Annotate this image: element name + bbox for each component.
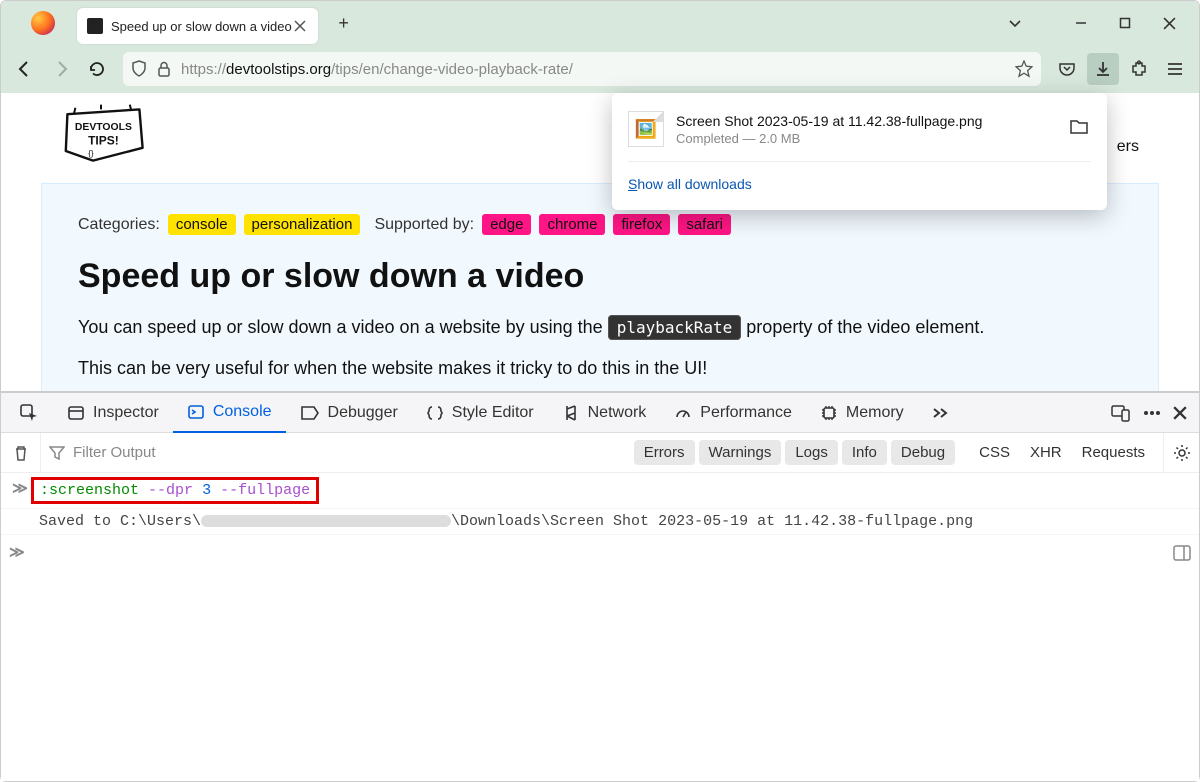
back-button[interactable] [9,53,41,85]
responsive-design-icon[interactable] [1111,404,1131,422]
devtools-tabs-overflow[interactable] [918,393,964,433]
devtools-tabs: Inspector Console Debugger Style Editor … [1,393,1199,433]
filter-icon [49,446,65,460]
download-item[interactable]: 🖼️ Screen Shot 2023-05-19 at 11.42.38-fu… [612,101,1107,157]
article: Categories: console personalization Supp… [41,183,1159,391]
favicon-icon [87,18,103,34]
devtools-tab-console[interactable]: Console [173,393,286,433]
bookmark-star-icon[interactable] [1015,60,1033,78]
download-status: Completed — 2.0 MB [676,131,1057,146]
page-nav-fragment: ers [1117,138,1139,156]
split-console-icon[interactable] [1173,545,1191,561]
toolbar: https://devtoolstips.org/tips/en/change-… [1,45,1199,93]
titlebar: Speed up or slow down a video + [1,1,1199,45]
categories-label: Categories: [78,216,160,234]
tabs-dropdown-icon[interactable] [1001,9,1029,37]
devtools-tab-inspector[interactable]: Inspector [53,393,173,433]
filter-warnings[interactable]: Warnings [699,440,782,465]
category-tag[interactable]: console [168,214,236,235]
code-token: playbackRate [608,315,742,340]
filter-css[interactable]: CSS [969,444,1020,461]
show-all-downloads[interactable]: Show all downloads [612,166,1107,202]
browser-tag[interactable]: chrome [539,214,605,235]
article-paragraph: This can be very useful for when the web… [78,355,1122,382]
category-tag[interactable]: personalization [244,214,361,235]
console-filter-row: Filter Output Errors Warnings Logs Info … [1,433,1199,473]
browser-tab[interactable]: Speed up or slow down a video [77,8,318,44]
devtools-close-icon[interactable] [1173,406,1187,420]
download-filename: Screen Shot 2023-05-19 at 11.42.38-fullp… [676,113,1057,129]
downloads-button[interactable] [1087,53,1119,85]
browser-tag[interactable]: edge [482,214,531,235]
minimize-button[interactable] [1059,9,1103,37]
prompt-icon: ≫ [9,543,25,562]
filter-debug[interactable]: Debug [891,440,955,465]
menu-button[interactable] [1159,53,1191,85]
console-output: ≫ :screenshot --dpr 3 --fullpage Saved t… [1,473,1199,781]
new-tab-button[interactable]: + [330,9,358,37]
close-window-button[interactable] [1147,9,1191,37]
prompt-icon: ≫ [9,477,31,498]
console-settings-icon[interactable] [1163,433,1199,473]
redacted-path [201,515,451,527]
downloads-popover: 🖼️ Screen Shot 2023-05-19 at 11.42.38-fu… [612,93,1107,210]
devtools-pick-element[interactable] [5,393,53,433]
supported-label: Supported by: [374,216,474,234]
console-output-line: Saved to C:\Users\\Downloads\Screen Shot… [1,509,1199,535]
divider [628,161,1091,162]
browser-tag[interactable]: firefox [613,214,670,235]
lock-icon[interactable] [157,61,171,77]
tab-close-icon[interactable] [292,18,308,34]
tab-title: Speed up or slow down a video [111,19,292,34]
url-bar[interactable]: https://devtoolstips.org/tips/en/change-… [123,52,1041,86]
devtools-panel: Inspector Console Debugger Style Editor … [1,391,1199,781]
filter-xhr[interactable]: XHR [1020,444,1072,461]
devtools-tab-style-editor[interactable]: Style Editor [412,393,548,433]
firefox-logo-icon [31,11,55,35]
highlighted-command: :screenshot --dpr 3 --fullpage [31,477,319,504]
devtools-menu-icon[interactable] [1143,410,1161,416]
filter-logs[interactable]: Logs [785,440,838,465]
reload-button[interactable] [81,53,113,85]
url-text: https://devtoolstips.org/tips/en/change-… [181,61,1015,78]
console-command-line: ≫ :screenshot --dpr 3 --fullpage [1,473,1199,509]
filter-errors[interactable]: Errors [634,440,695,465]
browser-tag[interactable]: safari [678,214,731,235]
filter-requests[interactable]: Requests [1072,444,1155,461]
devtools-tab-debugger[interactable]: Debugger [286,393,412,433]
article-paragraph: You can speed up or slow down a video on… [78,314,1122,341]
file-icon: 🖼️ [628,111,664,147]
forward-button[interactable] [45,53,77,85]
site-logo[interactable]: DEVTOOLSTIPS!{} [61,103,149,167]
shield-icon[interactable] [131,60,147,78]
open-folder-icon[interactable] [1069,118,1091,140]
svg-text:DEVTOOLS: DEVTOOLS [75,122,132,133]
svg-text:TIPS!: TIPS! [88,134,119,148]
svg-text:{}: {} [88,149,94,158]
filter-input[interactable]: Filter Output [41,444,630,461]
devtools-tab-network[interactable]: Network [548,393,661,433]
console-input[interactable]: ≫ [1,535,1199,570]
extensions-button[interactable] [1123,53,1155,85]
devtools-tab-memory[interactable]: Memory [806,393,918,433]
devtools-tab-performance[interactable]: Performance [660,393,806,433]
pocket-button[interactable] [1051,53,1083,85]
maximize-button[interactable] [1103,9,1147,37]
filter-info[interactable]: Info [842,440,887,465]
article-title: Speed up or slow down a video [78,257,1122,296]
clear-console-icon[interactable] [1,433,41,472]
